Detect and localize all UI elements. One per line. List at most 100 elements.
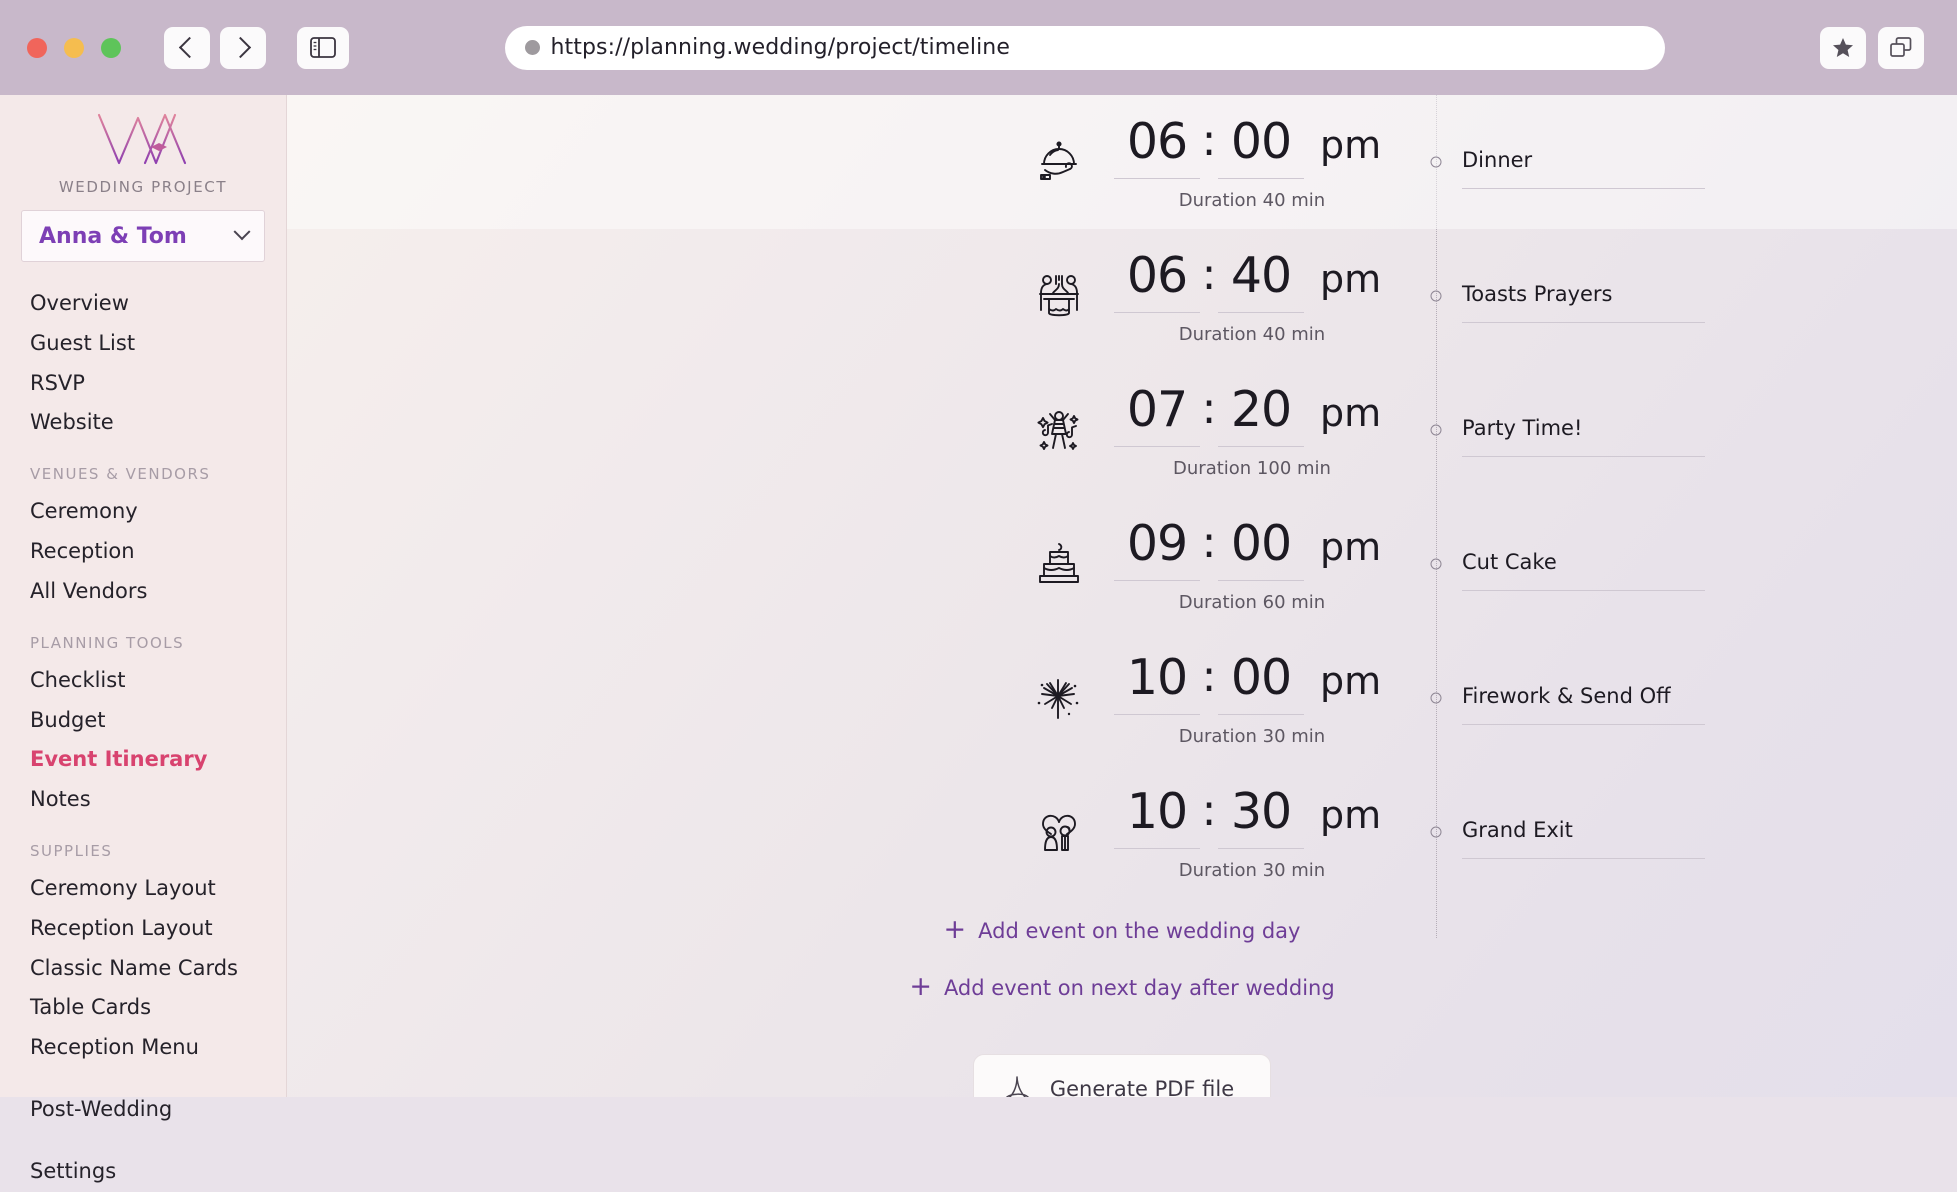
sidebar-item-budget[interactable]: Budget [0, 701, 286, 741]
event-minute-input[interactable]: 00 [1218, 515, 1304, 581]
event-time-section: 06:00 pm Duration 40 min [287, 95, 1436, 229]
event-hour-input[interactable]: 07 [1114, 381, 1200, 447]
event-time-block: 06:00 pm Duration 40 min [1114, 113, 1404, 211]
sidebar-item-ceremony-layout[interactable]: Ceremony Layout [0, 869, 286, 909]
event-title-input[interactable]: Grand Exit [1462, 818, 1705, 859]
star-icon [1833, 38, 1853, 57]
time-colon: : [1201, 249, 1217, 300]
event-time-row: 10:00 pm [1114, 649, 1404, 715]
event-ampm-toggle[interactable]: pm [1320, 257, 1381, 301]
sidebar-item-checklist[interactable]: Checklist [0, 661, 286, 701]
sidebar-item-table-cards[interactable]: Table Cards [0, 988, 286, 1028]
sidebar-item-guest-list[interactable]: Guest List [0, 324, 286, 364]
plus-icon: + [909, 971, 932, 1002]
event-time-row: 06:00 pm [1114, 113, 1404, 179]
event-hour-input[interactable]: 06 [1114, 247, 1200, 313]
event-ampm-toggle[interactable]: pm [1320, 391, 1381, 435]
event-time-row: 09:00 pm [1114, 515, 1404, 581]
event-title-input[interactable]: Cut Cake [1462, 550, 1705, 591]
event-minute-input[interactable]: 20 [1218, 381, 1304, 447]
event-title-input[interactable]: Party Time! [1462, 416, 1705, 457]
sidebar-item-classic-name-cards[interactable]: Classic Name Cards [0, 949, 286, 989]
event-hour-input[interactable]: 10 [1114, 783, 1200, 849]
sidebar-item-reception[interactable]: Reception [0, 532, 286, 572]
sidebar-item-overview[interactable]: Overview [0, 284, 286, 324]
event-time-block: 06:40 pm Duration 40 min [1114, 247, 1404, 345]
firework-icon [1028, 667, 1090, 729]
event-ampm-toggle[interactable]: pm [1320, 123, 1381, 167]
event-timeline: 06:00 pm Duration 40 min Dinner 06:40 pm Durat… [287, 95, 1957, 1097]
event-time-section: 09:00 pm Duration 60 min [287, 497, 1436, 631]
sidebar-item-website[interactable]: Website [0, 403, 286, 443]
event-time-block: 07:20 pm Duration 100 min [1114, 381, 1404, 479]
event-title-section: Firework & Send Off [1436, 631, 1957, 765]
event-title-section: Toasts Prayers [1436, 229, 1957, 363]
event-duration-label: Duration 30 min [1178, 860, 1326, 881]
sidebar-item-reception-layout[interactable]: Reception Layout [0, 909, 286, 949]
timeline-node-dot [1430, 826, 1442, 838]
app-body: WEDDING PROJECT Anna & Tom Overview Guest… [0, 95, 1957, 1183]
event-hour-input[interactable]: 09 [1114, 515, 1200, 581]
add-event-next-day-button[interactable]: + Add event on next day after wedding [909, 971, 1335, 1002]
forward-button[interactable] [220, 26, 266, 69]
project-selector[interactable]: Anna & Tom [21, 210, 265, 262]
sidebar-item-post-wedding[interactable]: Post-Wedding [0, 1090, 286, 1130]
time-colon: : [1201, 115, 1217, 166]
event-minute-input[interactable]: 00 [1218, 649, 1304, 715]
tab-overview-button[interactable] [1878, 26, 1924, 69]
event-ampm-toggle[interactable]: pm [1320, 793, 1381, 837]
event-duration-label: Duration 100 min [1173, 458, 1331, 479]
event-minute-input[interactable]: 00 [1218, 113, 1304, 179]
timeline-event-row[interactable]: 07:20 pm Duration 100 min Party Time! [287, 363, 1957, 497]
address-bar[interactable]: https://planning.wedding/project/timelin… [504, 25, 1665, 70]
event-ampm-toggle[interactable]: pm [1320, 525, 1381, 569]
timeline-event-row[interactable]: 10:30 pm Duration 30 min Grand Exit [287, 765, 1957, 899]
minimize-window-button[interactable] [64, 37, 84, 58]
maximize-window-button[interactable] [101, 37, 121, 58]
event-hour-input[interactable]: 10 [1114, 649, 1200, 715]
event-minute-input[interactable]: 40 [1218, 247, 1304, 313]
timeline-event-row[interactable]: 09:00 pm Duration 60 min Cut Cake [287, 497, 1957, 631]
timeline-event-row[interactable]: 10:00 pm Duration 30 min Firework & Send Of… [287, 631, 1957, 765]
brand-label: WEDDING PROJECT [58, 178, 228, 196]
event-title-input[interactable]: Dinner [1462, 148, 1705, 189]
time-colon: : [1201, 651, 1217, 702]
timeline-node-dot [1430, 156, 1442, 168]
add-event-next-day-label: Add event on next day after wedding [943, 975, 1335, 1000]
generate-pdf-button[interactable]: Generate PDF file [972, 1054, 1272, 1097]
event-title-input[interactable]: Toasts Prayers [1462, 282, 1705, 323]
window-traffic-lights [27, 37, 121, 58]
project-name: Anna & Tom [39, 223, 187, 249]
sidebar-item-notes[interactable]: Notes [0, 780, 286, 820]
sidebar-item-settings[interactable]: Settings [0, 1152, 286, 1192]
close-window-button[interactable] [27, 37, 47, 58]
banquet-table-icon [1028, 265, 1090, 327]
plus-icon: + [943, 914, 967, 945]
timeline-event-row[interactable]: 06:00 pm Duration 40 min Dinner [287, 95, 1957, 229]
sidebar-item-reception-menu[interactable]: Reception Menu [0, 1028, 286, 1068]
sidebar-item-event-itinerary[interactable]: Event Itinerary [0, 740, 286, 780]
event-minute-input[interactable]: 30 [1218, 783, 1304, 849]
event-title-input[interactable]: Firework & Send Off [1462, 684, 1705, 725]
event-time-block: 09:00 pm Duration 60 min [1114, 515, 1404, 613]
add-event-wedding-day-button[interactable]: + Add event on the wedding day [943, 914, 1301, 945]
time-colon: : [1201, 383, 1217, 434]
sidebar-item-ceremony[interactable]: Ceremony [0, 492, 286, 532]
back-button[interactable] [164, 26, 210, 69]
event-hour-input[interactable]: 06 [1114, 113, 1200, 179]
timeline-event-row[interactable]: 06:40 pm Duration 40 min Toasts Prayers [287, 229, 1957, 363]
main-content: 06:00 pm Duration 40 min Dinner 06:40 pm Durat… [287, 95, 1957, 1097]
url-bar-container: https://planning.wedding/project/timelin… [349, 25, 1820, 70]
add-wedding-day-row: + Add event on the wedding day [287, 914, 1957, 945]
sidebar-nav: Overview Guest List RSVP Website VENUES & VE… [0, 284, 286, 1192]
bookmark-button[interactable] [1820, 26, 1866, 69]
chevron-left-icon [178, 36, 201, 59]
sidebar-item-all-vendors[interactable]: All Vendors [0, 572, 286, 612]
sidebar-item-rsvp[interactable]: RSVP [0, 364, 286, 404]
nav-group-label: SUPPLIES [30, 841, 113, 860]
couple-heart-icon [1028, 801, 1090, 863]
sidebar-toggle-button[interactable] [297, 26, 349, 69]
event-ampm-toggle[interactable]: pm [1320, 659, 1381, 703]
